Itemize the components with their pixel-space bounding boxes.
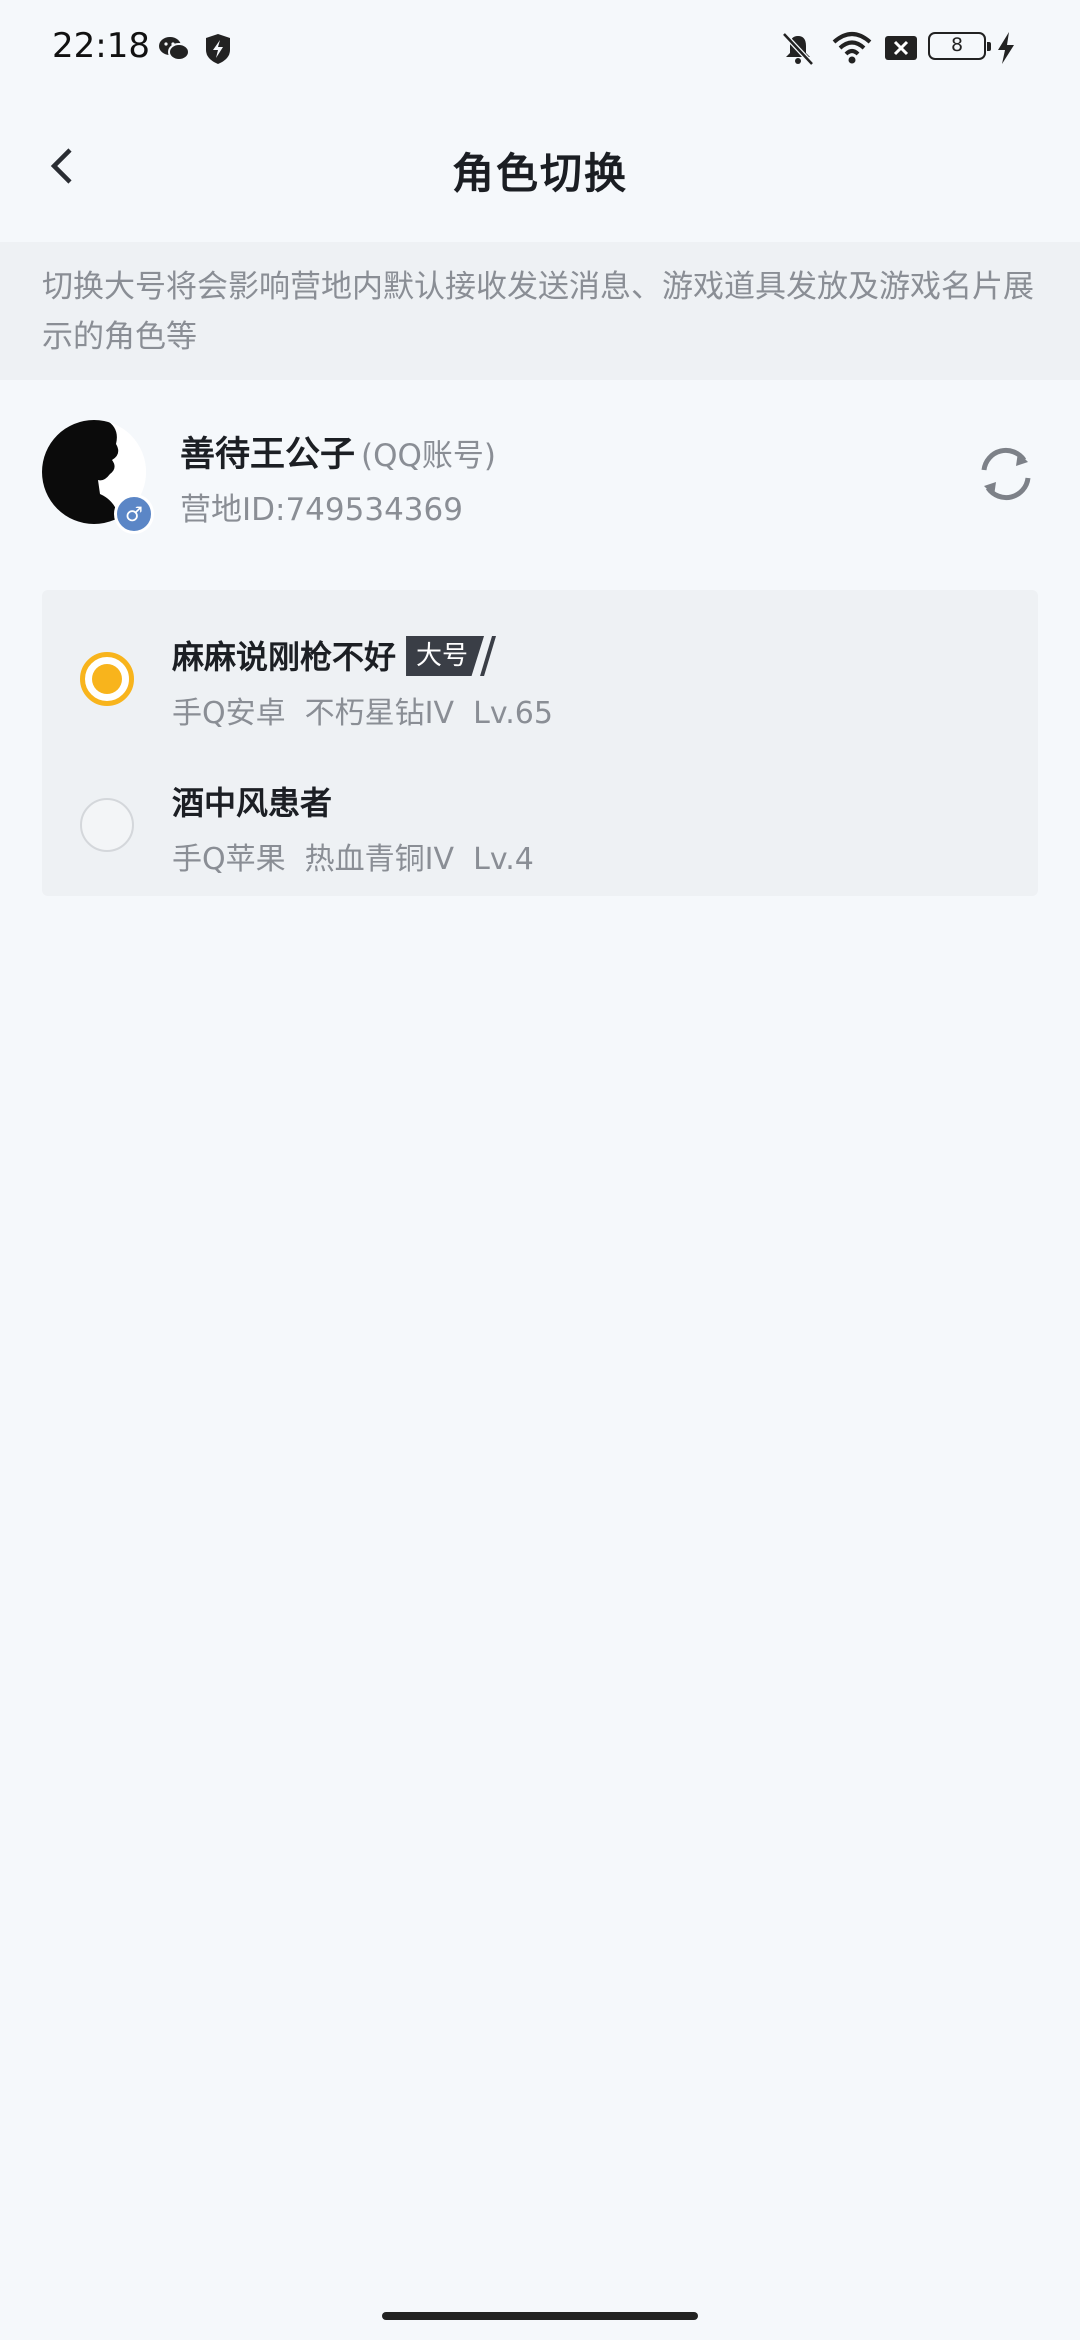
battery-icon: 8 <box>928 32 991 60</box>
main-account-badge: 大号 <box>406 636 485 676</box>
status-bar: 22:18 8 <box>0 0 1080 96</box>
sim-x-icon <box>885 36 917 60</box>
role-name-row: 麻麻说刚枪不好 大号 <box>172 632 500 679</box>
radio-unselected[interactable] <box>80 798 134 852</box>
header: 角色切换 <box>0 96 1080 242</box>
account-info: ♂ 善待王公子 (QQ账号) 营地ID:749534369 <box>0 380 1080 580</box>
notice-banner: 切换大号将会影响营地内默认接收发送消息、游戏道具发放及游戏名片展示的角色等 <box>0 242 1080 380</box>
role-item[interactable]: 酒中风患者 手Q苹果 热血青铜IV Lv.4 <box>42 756 1038 896</box>
mute-icon <box>782 32 814 66</box>
wechat-icon <box>159 37 190 61</box>
gender-badge: ♂ <box>114 494 154 534</box>
page-title: 角色切换 <box>451 149 628 198</box>
charging-icon <box>998 32 1014 64</box>
role-name: 麻麻说刚枪不好 <box>172 638 397 676</box>
account-name: 善待王公子 (QQ账号) <box>180 426 496 477</box>
notice-text: 切换大号将会影响营地内默认接收发送消息、游戏道具发放及游戏名片展示的角色等 <box>42 269 1034 355</box>
account-type: (QQ账号) <box>361 438 497 474</box>
refresh-icon[interactable] <box>974 442 1038 506</box>
account-name-text: 善待王公子 <box>180 435 356 475</box>
status-time: 22:18 <box>52 26 150 66</box>
wifi-icon <box>832 32 872 64</box>
radio-selected[interactable] <box>80 652 134 706</box>
role-name: 酒中风患者 <box>172 784 333 822</box>
role-list: 麻麻说刚枪不好 大号 手Q安卓 不朽星钻IV Lv.65 酒中风患者 手Q苹果 热… <box>42 590 1038 896</box>
role-meta: 手Q苹果 热血青铜IV Lv.4 <box>172 842 534 877</box>
shield-icon <box>206 34 230 64</box>
role-item[interactable]: 麻麻说刚枪不好 大号 手Q安卓 不朽星钻IV Lv.65 <box>42 610 1038 750</box>
badge-slash-decoration <box>480 636 497 676</box>
home-indicator[interactable] <box>382 2312 698 2320</box>
camp-id: 营地ID:749534369 <box>180 492 463 528</box>
role-meta: 手Q安卓 不朽星钻IV Lv.65 <box>172 696 553 731</box>
